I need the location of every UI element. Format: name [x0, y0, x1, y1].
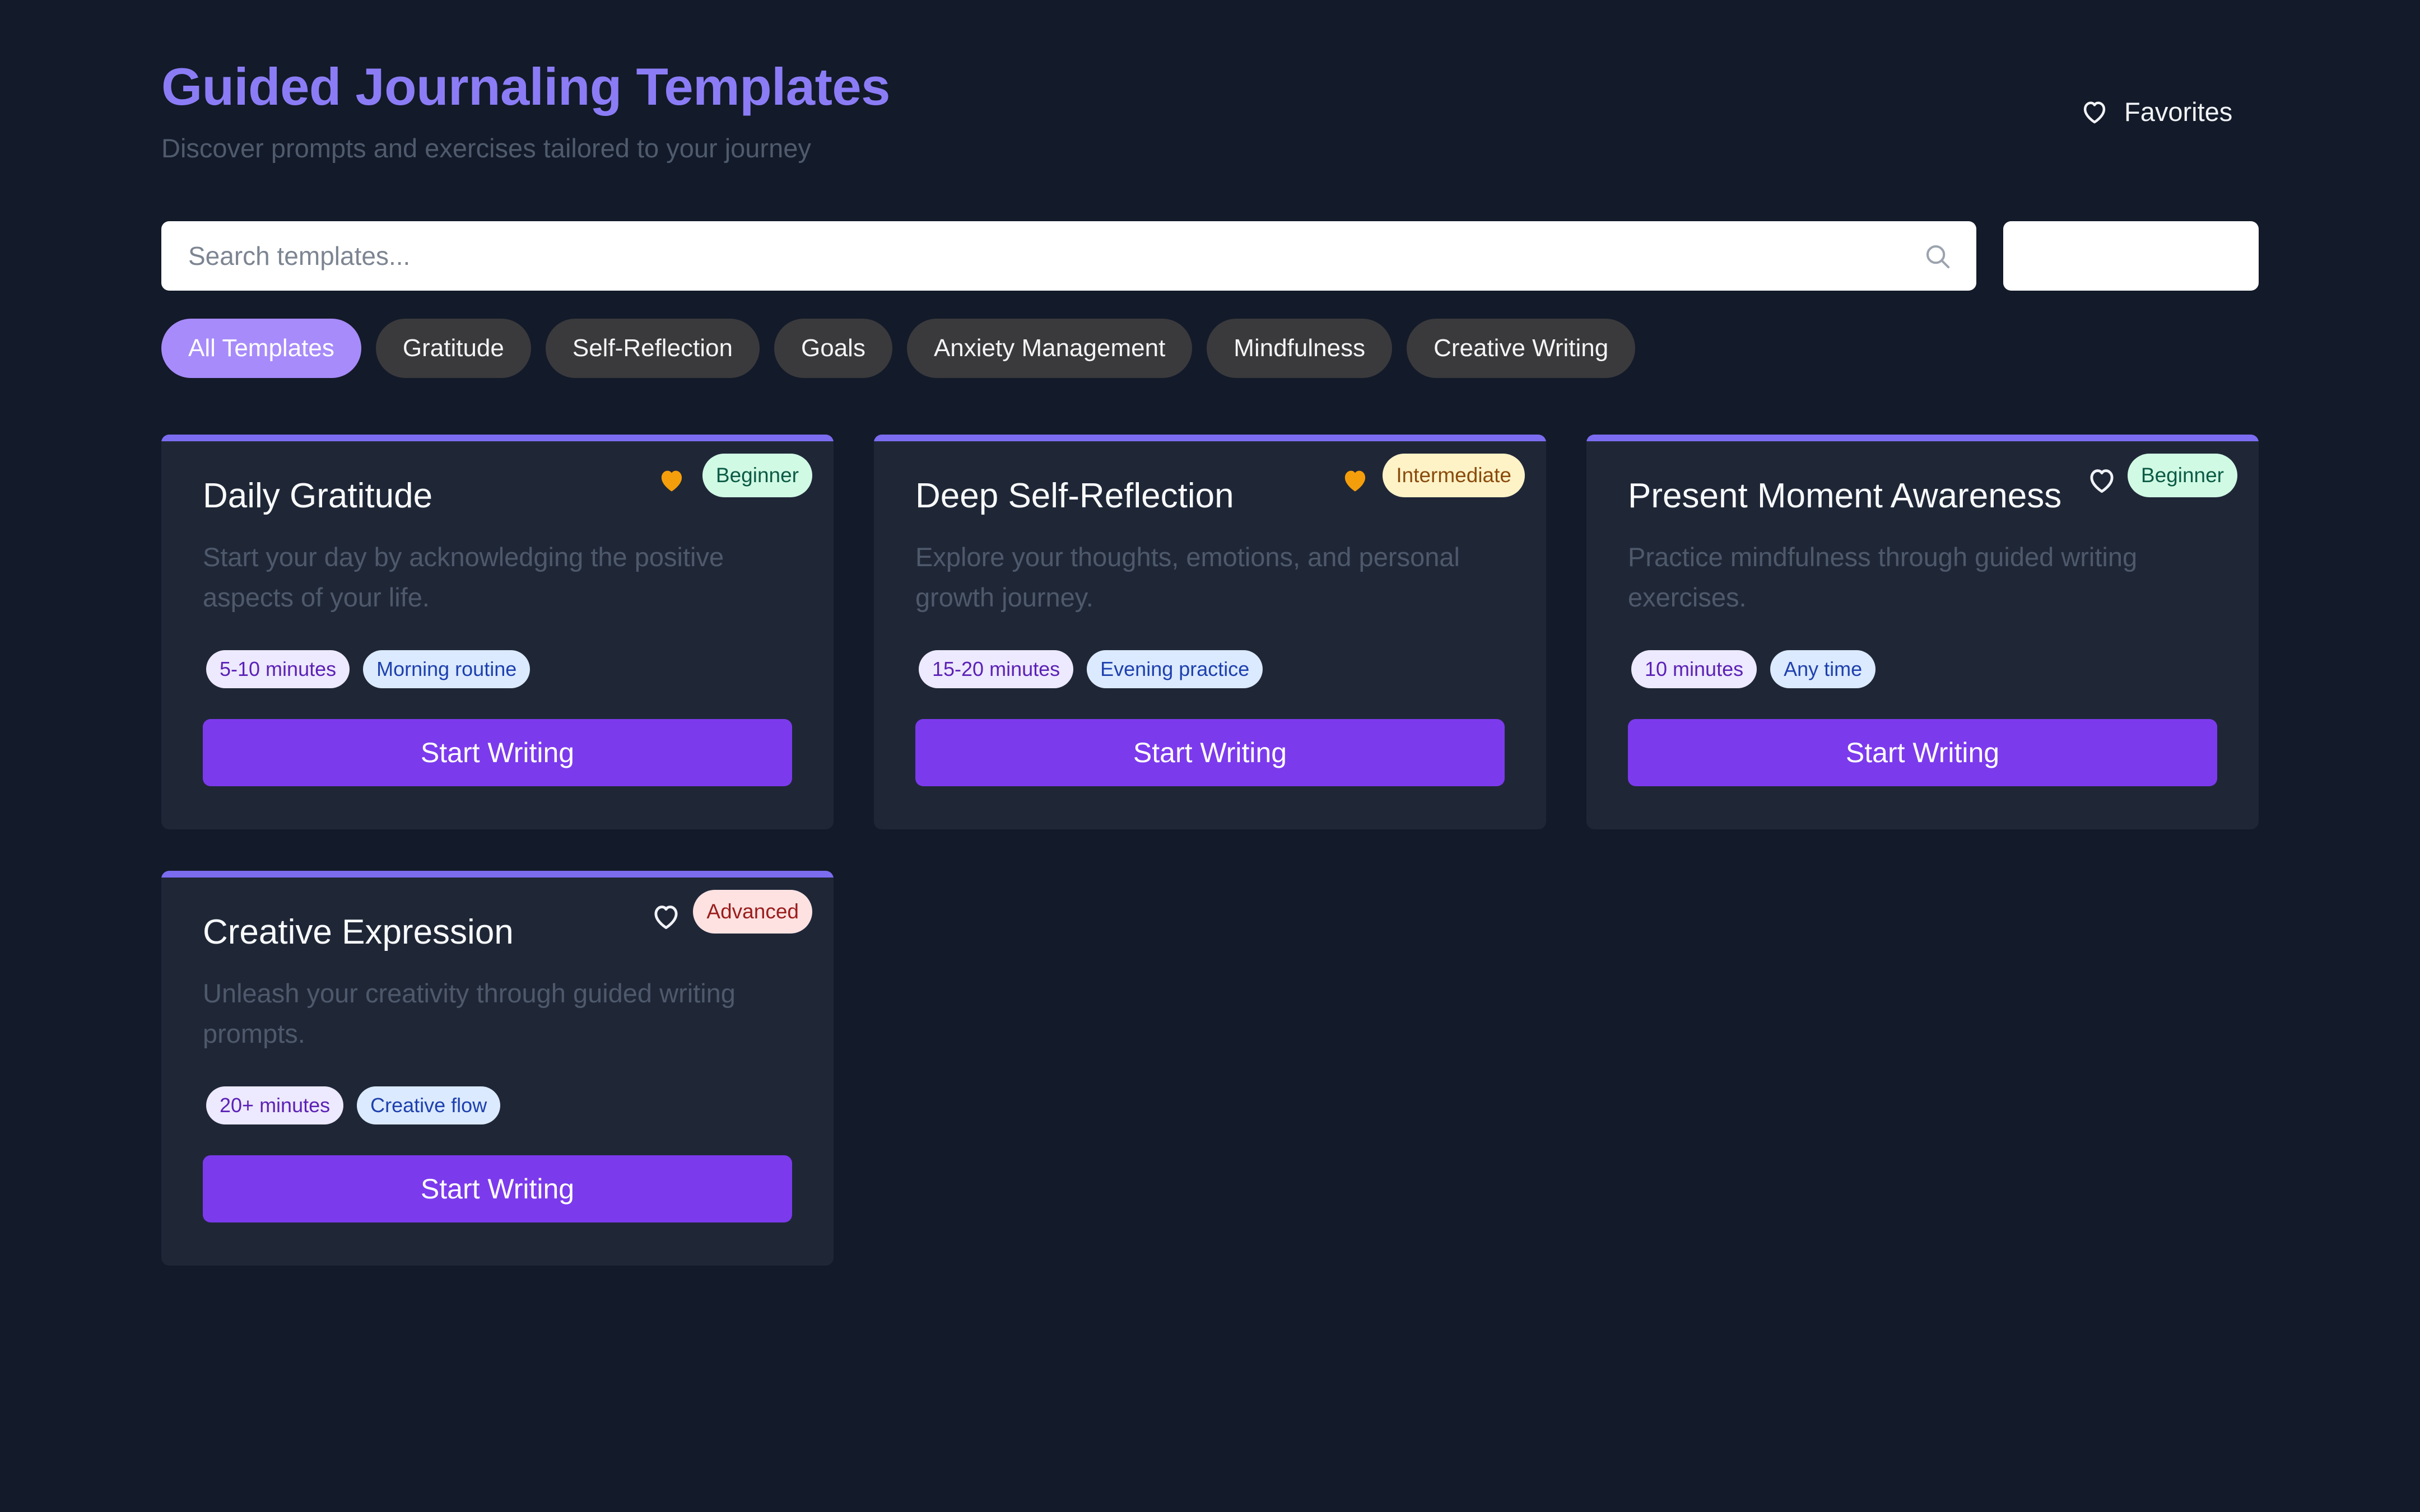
card-title: Daily Gratitude	[203, 477, 433, 515]
filter-all-templates[interactable]: All Templates	[161, 319, 361, 378]
duration-tag: 5-10 minutes	[206, 650, 350, 688]
card-title: Creative Expression	[203, 913, 514, 951]
filter-creative-writing[interactable]: Creative Writing	[1407, 319, 1636, 378]
level-badge: Beginner	[2127, 454, 2237, 497]
search-icon[interactable]	[1923, 241, 1953, 272]
heart-outline-icon[interactable]	[2086, 464, 2118, 496]
heart-filled-icon[interactable]	[655, 464, 688, 496]
search-input[interactable]	[188, 221, 1869, 291]
duration-tag: 15-20 minutes	[919, 650, 1074, 688]
start-writing-button[interactable]: Start Writing	[915, 719, 1505, 786]
template-card: Present Moment Awareness Beginner Practi…	[1586, 435, 2259, 829]
favorites-button[interactable]: Favorites	[2079, 92, 2242, 131]
start-writing-button[interactable]: Start Writing	[1628, 719, 2217, 786]
context-tag: Evening practice	[1087, 650, 1263, 688]
filter-goals[interactable]: Goals	[774, 319, 892, 378]
sort-dropdown[interactable]	[2003, 221, 2259, 291]
start-writing-button[interactable]: Start Writing	[203, 719, 792, 786]
page-subtitle: Discover prompts and exercises tailored …	[161, 133, 811, 163]
level-badge: Intermediate	[1383, 454, 1525, 497]
card-tags: 20+ minutes Creative flow	[206, 1086, 501, 1124]
template-card: Creative Expression Advanced Unleash you…	[161, 871, 834, 1266]
duration-tag: 10 minutes	[1631, 650, 1757, 688]
page-title: Guided Journaling Templates	[161, 57, 890, 116]
card-tags: 5-10 minutes Morning routine	[206, 650, 530, 688]
card-description: Explore your thoughts, emotions, and per…	[915, 542, 1460, 612]
filter-mindfulness[interactable]: Mindfulness	[1207, 319, 1393, 378]
category-filters: All Templates Gratitude Self-Reflection …	[161, 319, 1636, 378]
context-tag: Any time	[1770, 650, 1876, 688]
app-root: Guided Journaling Templates Discover pro…	[0, 0, 2420, 1512]
card-accent-bar	[161, 871, 834, 878]
card-tags: 10 minutes Any time	[1631, 650, 1876, 688]
context-tag: Morning routine	[363, 650, 530, 688]
search-box	[161, 221, 1976, 291]
context-tag: Creative flow	[357, 1086, 501, 1124]
favorites-label: Favorites	[2124, 96, 2233, 127]
card-description: Start your day by acknowledging the posi…	[203, 542, 724, 612]
template-card: Daily Gratitude Beginner Start your day …	[161, 435, 834, 829]
card-title: Deep Self-Reflection	[915, 477, 1234, 515]
filter-anxiety-management[interactable]: Anxiety Management	[906, 319, 1193, 378]
card-description: Practice mindfulness through guided writ…	[1628, 542, 2138, 612]
heart-outline-icon[interactable]	[650, 900, 682, 932]
template-card: Deep Self-Reflection Intermediate Explor…	[874, 435, 1546, 829]
heart-outline-icon	[2083, 101, 2106, 124]
level-badge: Advanced	[693, 890, 812, 934]
level-badge: Beginner	[702, 454, 812, 497]
card-accent-bar	[874, 435, 1546, 441]
filter-gratitude[interactable]: Gratitude	[375, 319, 531, 378]
filter-self-reflection[interactable]: Self-Reflection	[545, 319, 760, 378]
card-title: Present Moment Awareness	[1628, 477, 2062, 515]
duration-tag: 20+ minutes	[206, 1086, 344, 1124]
card-accent-bar	[1586, 435, 2259, 441]
card-tags: 15-20 minutes Evening practice	[919, 650, 1263, 688]
heart-filled-icon[interactable]	[1339, 464, 1371, 496]
card-accent-bar	[161, 435, 834, 441]
start-writing-button[interactable]: Start Writing	[203, 1155, 792, 1222]
card-description: Unleash your creativity through guided w…	[203, 978, 736, 1048]
